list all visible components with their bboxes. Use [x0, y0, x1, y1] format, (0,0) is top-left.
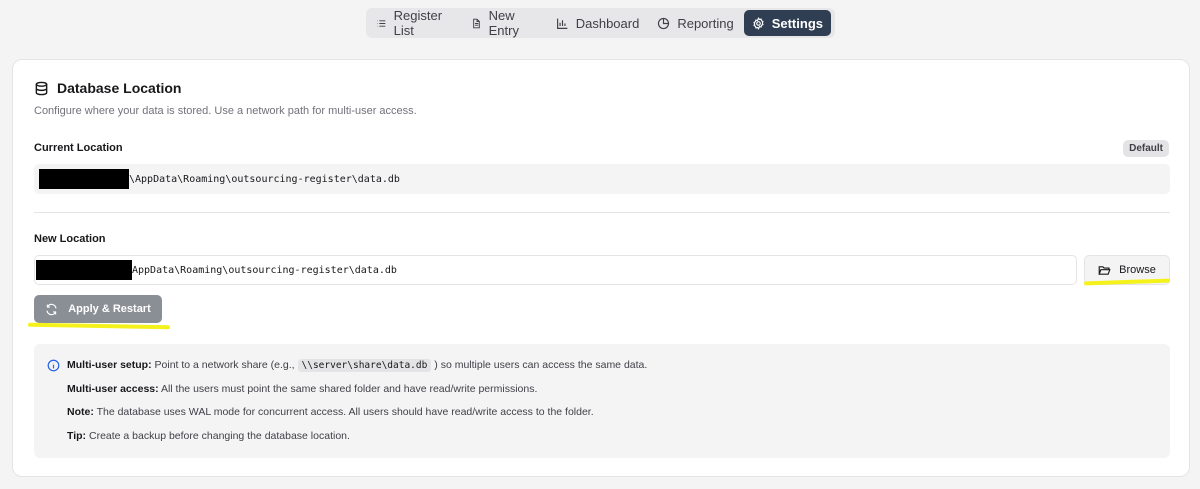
card-title: Database Location [34, 80, 181, 96]
bar-chart-icon [556, 18, 568, 29]
redacted-block [39, 169, 129, 189]
tab-label: Dashboard [575, 15, 640, 31]
card-title-text: Database Location [57, 80, 182, 96]
apply-label: Apply & Restart [68, 303, 151, 315]
default-badge: Default [1123, 140, 1169, 157]
database-location-card: Database Location Configure where your d… [12, 59, 1190, 477]
folder-open-icon [1098, 265, 1111, 275]
tab-register-list[interactable]: Register List [368, 8, 461, 38]
info-box: Multi-user setup: Point to a network sha… [34, 344, 1170, 458]
tab-label: Register List [393, 8, 443, 38]
info-icon [47, 359, 60, 372]
refresh-icon [46, 303, 57, 315]
tab-settings[interactable]: Settings [743, 10, 831, 36]
redacted-block [36, 260, 132, 280]
browse-label: Browse [1119, 264, 1156, 276]
new-location-label: New Location [34, 233, 106, 245]
info-bold: Note: [67, 406, 94, 418]
current-location-field: \AppData\Roaming\outsourcing-register\da… [34, 164, 1170, 194]
yellow-highlight-mark [27, 322, 171, 330]
code-snippet: \\server\share\data.db [297, 359, 432, 372]
info-text: Point to a network share (e.g., [154, 359, 295, 371]
info-bold: Multi-user setup: [67, 359, 152, 371]
info-bold: Tip: [67, 430, 87, 442]
info-line-multi-user-setup: Multi-user setup: Point to a network sha… [67, 359, 648, 372]
info-text: ) so multiple users can access the same … [434, 359, 648, 371]
info-line-tip: Tip: Create a backup before changing the… [67, 430, 350, 442]
tab-label: New Entry [488, 8, 519, 38]
apply-restart-button[interactable]: Apply & Restart [34, 295, 162, 323]
tab-label: Settings [771, 15, 823, 31]
tab-dashboard[interactable]: Dashboard [548, 10, 648, 36]
gear-icon [753, 16, 764, 30]
current-path-text: \AppData\Roaming\outsourcing-register\da… [129, 173, 400, 185]
pie-chart-icon [658, 17, 670, 29]
card-description: Configure where your data is stored. Use… [34, 105, 417, 117]
info-text: All the users must point the same shared… [160, 383, 538, 395]
info-text: The database uses WAL mode for concurren… [96, 406, 594, 418]
info-line-multi-user-access: Multi-user access: All the users must po… [67, 383, 537, 395]
list-icon [377, 19, 386, 27]
current-location-label: Current Location [34, 142, 123, 154]
info-text: Create a backup before changing the data… [88, 430, 350, 442]
tab-label: Reporting [677, 15, 734, 31]
tab-reporting[interactable]: Reporting [649, 10, 741, 36]
file-text-icon [473, 18, 480, 28]
divider [34, 212, 1170, 213]
database-icon [35, 81, 48, 95]
new-path-text: AppData\Roaming\outsourcing-register\dat… [132, 264, 397, 276]
info-bold: Multi-user access: [67, 383, 159, 395]
info-line-note: Note: The database uses WAL mode for con… [67, 406, 594, 418]
new-location-input[interactable]: AppData\Roaming\outsourcing-register\dat… [34, 255, 1077, 285]
top-nav: Register List New Entry Dashboard Report… [366, 8, 835, 38]
tab-new-entry[interactable]: New Entry [463, 8, 546, 38]
